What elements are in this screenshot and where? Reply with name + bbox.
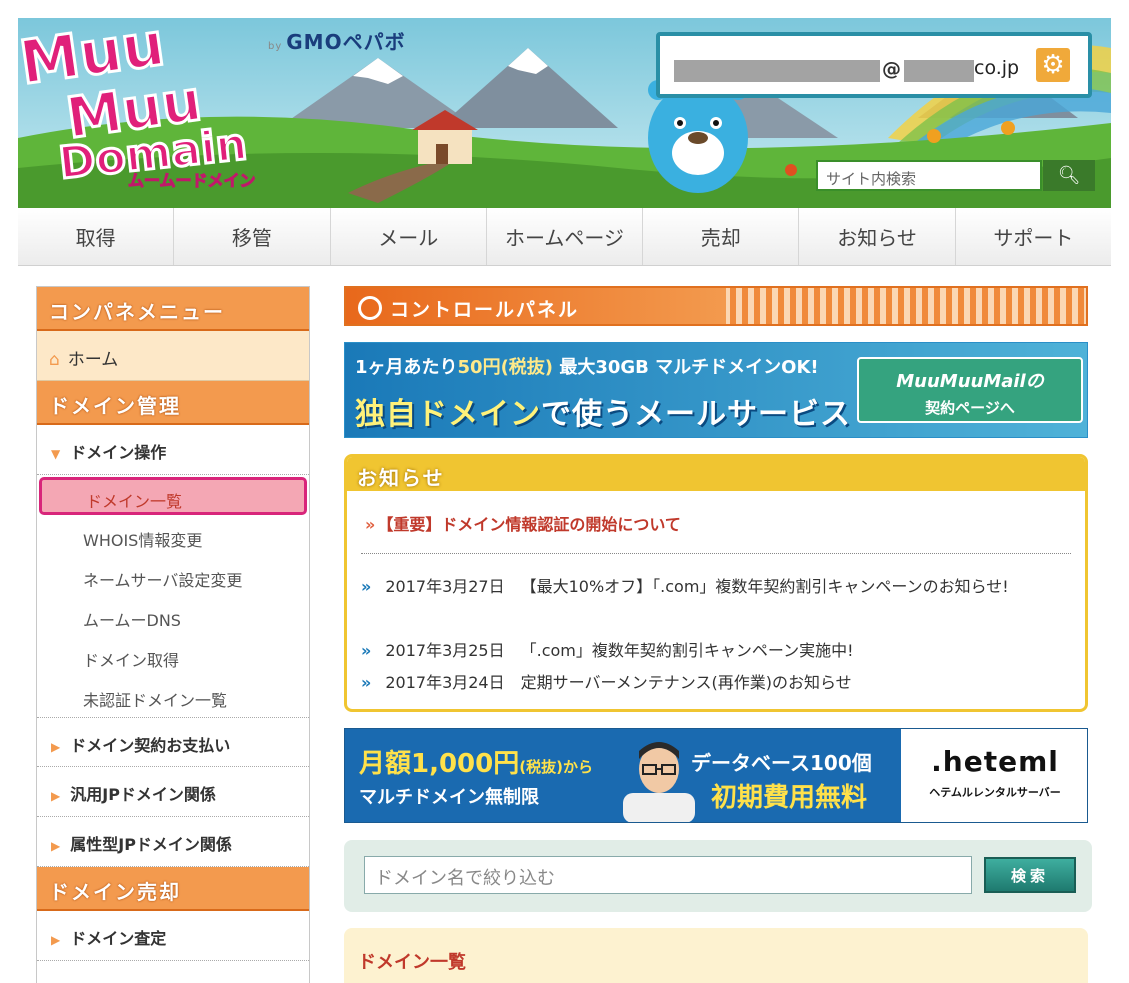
- heteml-brand: .heteml: [931, 745, 1059, 778]
- news-date: 2017年3月24日: [385, 673, 505, 692]
- nav-item-support[interactable]: サポート: [956, 208, 1111, 265]
- sidebar-title: コンパネメニュー: [37, 287, 309, 331]
- site-search-input[interactable]: サイト内検索: [816, 160, 1042, 191]
- sidebar-item-nameserver[interactable]: ネームサーバ設定変更: [37, 557, 309, 597]
- nav-item-mail[interactable]: メール: [331, 208, 487, 265]
- heteml-banner[interactable]: 月額1,000円(税抜)から マルチドメイン無制限 データベース100個 初期費…: [344, 728, 1088, 823]
- important-news-link[interactable]: » 【重要】ドメイン情報認証の開始について: [365, 511, 681, 535]
- account-box: @ co.jp ⚙: [656, 32, 1092, 98]
- double-chevron-icon: »: [365, 515, 376, 534]
- domain-filter-input[interactable]: ドメイン名で絞り込む: [364, 856, 972, 894]
- sidebar-cat-label: ドメイン操作: [70, 443, 167, 462]
- triangle-right-icon: ▶: [51, 789, 61, 803]
- sidebar-cat-attribute-jp[interactable]: ▶ 属性型JPドメイン関係: [37, 817, 309, 867]
- news-text: 定期サーバーメンテナンス(再作業)のお知らせ: [520, 673, 852, 692]
- sidebar-cat-label: 汎用JPドメイン関係: [70, 785, 216, 804]
- site-header: Muu Muu Domain ムームードメイン by GMOペパボ @ co.jp…: [18, 18, 1111, 208]
- triangle-right-icon: ▶: [51, 839, 61, 853]
- sidebar-cat-domain-appraisal[interactable]: ▶ ドメイン査定: [37, 911, 309, 961]
- nav-item-sell[interactable]: 売却: [643, 208, 800, 265]
- double-chevron-icon: »: [361, 673, 372, 692]
- sun-icon: [358, 296, 382, 320]
- banner2-sub: マルチドメイン無制限: [359, 787, 539, 808]
- sidebar-cat-label: ドメイン契約お支払い: [70, 736, 231, 755]
- banner2-price: 月額1,000円(税抜)から: [359, 749, 593, 779]
- cta-label: 契約ページへ: [925, 399, 1015, 417]
- news-item[interactable]: » 2017年3月25日 「.com」複数年契約割引キャンペーン実施中!: [361, 637, 1031, 664]
- home-icon: ⌂: [49, 350, 60, 370]
- domain-list-heading: ドメイン一覧: [358, 952, 466, 973]
- news-date: 2017年3月25日: [385, 641, 505, 660]
- news-panel: お知らせ » 【重要】ドメイン情報認証の開始について » 2017年3月27日 【最大…: [344, 454, 1088, 712]
- domain-list-panel: ドメイン一覧: [344, 928, 1088, 983]
- svg-text:ムームードメイン: ムームードメイン: [128, 171, 256, 188]
- news-date: 2017年3月27日: [385, 577, 505, 596]
- gmo-pepabo-brand: by GMOペパボ: [268, 30, 406, 54]
- triangle-right-icon: ▶: [51, 933, 61, 947]
- banner2-free: 初期費用無料: [711, 783, 868, 813]
- muumuu-mail-signup-button[interactable]: MuuMuuMailの 契約ページへ: [857, 357, 1083, 423]
- banner2-database: データベース100個: [691, 751, 872, 775]
- sidebar-item-muumuu-dns[interactable]: ムームーDNS: [37, 597, 309, 637]
- banner1-line1: 1ヶ月あたり50円(税抜) 最大30GB マルチドメインOK!: [355, 357, 819, 378]
- domain-filter-panel: ドメイン名で絞り込む 検索: [344, 840, 1092, 912]
- man-with-glasses-image: [623, 742, 695, 822]
- triangle-right-icon: ▶: [51, 740, 61, 754]
- search-button[interactable]: 🔍︎: [1043, 160, 1095, 191]
- sidebar-cat-generic-jp[interactable]: ▶ 汎用JPドメイン関係: [37, 767, 309, 817]
- muumuu-mail-banner[interactable]: 1ヶ月あたり50円(税抜) 最大30GB マルチドメインOK! 独自ドメインで使…: [344, 342, 1088, 438]
- double-chevron-icon: »: [361, 641, 372, 660]
- news-heading: お知らせ: [347, 457, 1085, 491]
- sidebar-item-domain-list[interactable]: ドメイン一覧: [39, 477, 307, 515]
- nav-item-homepage[interactable]: ホームページ: [487, 208, 644, 265]
- redacted-domain: [904, 60, 974, 82]
- news-text: 【最大10%オフ】「.com」複数年契約割引キャンペーンのお知らせ!: [520, 577, 1009, 596]
- sidebar-item-home[interactable]: ⌂ ホーム: [37, 331, 309, 381]
- nav-item-transfer[interactable]: 移管: [174, 208, 331, 265]
- sidebar-section-domain-management: ドメイン管理: [37, 381, 309, 425]
- banner1-line2: 独自ドメインで使うメールサービス: [355, 397, 851, 432]
- page-title: コントロールパネル: [390, 299, 580, 321]
- news-item[interactable]: » 2017年3月27日 【最大10%オフ】「.com」複数年契約割引キャンペーンの…: [361, 573, 1031, 600]
- nav-item-news[interactable]: お知らせ: [799, 208, 956, 265]
- sidebar-cat-payment[interactable]: ▶ ドメイン契約お支払い: [37, 717, 309, 767]
- global-nav: 取得 移管 メール ホームページ 売却 お知らせ サポート: [18, 208, 1111, 266]
- control-panel-sidebar: コンパネメニュー ⌂ ホーム ドメイン管理 ▼ ドメイン操作 ドメイン一覧 WHOI…: [36, 286, 310, 983]
- sidebar-cat-domain-ops[interactable]: ▼ ドメイン操作: [37, 425, 309, 475]
- news-item[interactable]: » 2017年3月24日 定期サーバーメンテナンス(再作業)のお知らせ: [361, 669, 1031, 696]
- sidebar-home-label: ホーム: [67, 350, 119, 370]
- sidebar-cat-label: ドメイン査定: [70, 929, 167, 948]
- heteml-logo: .heteml ヘテムルレンタルサーバー: [901, 729, 1087, 822]
- double-chevron-icon: »: [361, 577, 372, 596]
- account-at: @: [882, 58, 901, 80]
- sidebar-cat-label: 属性型JPドメイン関係: [70, 835, 232, 854]
- nav-item-acquire[interactable]: 取得: [18, 208, 175, 265]
- triangle-down-icon: ▼: [51, 447, 61, 461]
- redacted-username: [674, 60, 880, 82]
- cta-brand: MuuMuuMailの: [896, 371, 1044, 392]
- news-divider: [361, 553, 1071, 554]
- sidebar-section-domain-sale: ドメイン売却: [37, 867, 309, 911]
- sidebar-item-unverified[interactable]: 未認証ドメイン一覧: [37, 677, 309, 717]
- control-panel-heading: コントロールパネル: [344, 286, 1088, 326]
- account-domain-suffix: co.jp: [974, 57, 1020, 79]
- domain-filter-search-button[interactable]: 検索: [984, 857, 1076, 893]
- settings-gear-icon[interactable]: ⚙: [1036, 48, 1070, 82]
- sidebar-item-domain-acquire[interactable]: ドメイン取得: [37, 637, 309, 677]
- heteml-sub: ヘテムルレンタルサーバー: [929, 786, 1061, 799]
- search-icon: 🔍︎: [1057, 165, 1081, 186]
- sidebar-item-whois[interactable]: WHOIS情報変更: [37, 517, 309, 557]
- news-text: 「.com」複数年契約割引キャンペーン実施中!: [520, 641, 854, 660]
